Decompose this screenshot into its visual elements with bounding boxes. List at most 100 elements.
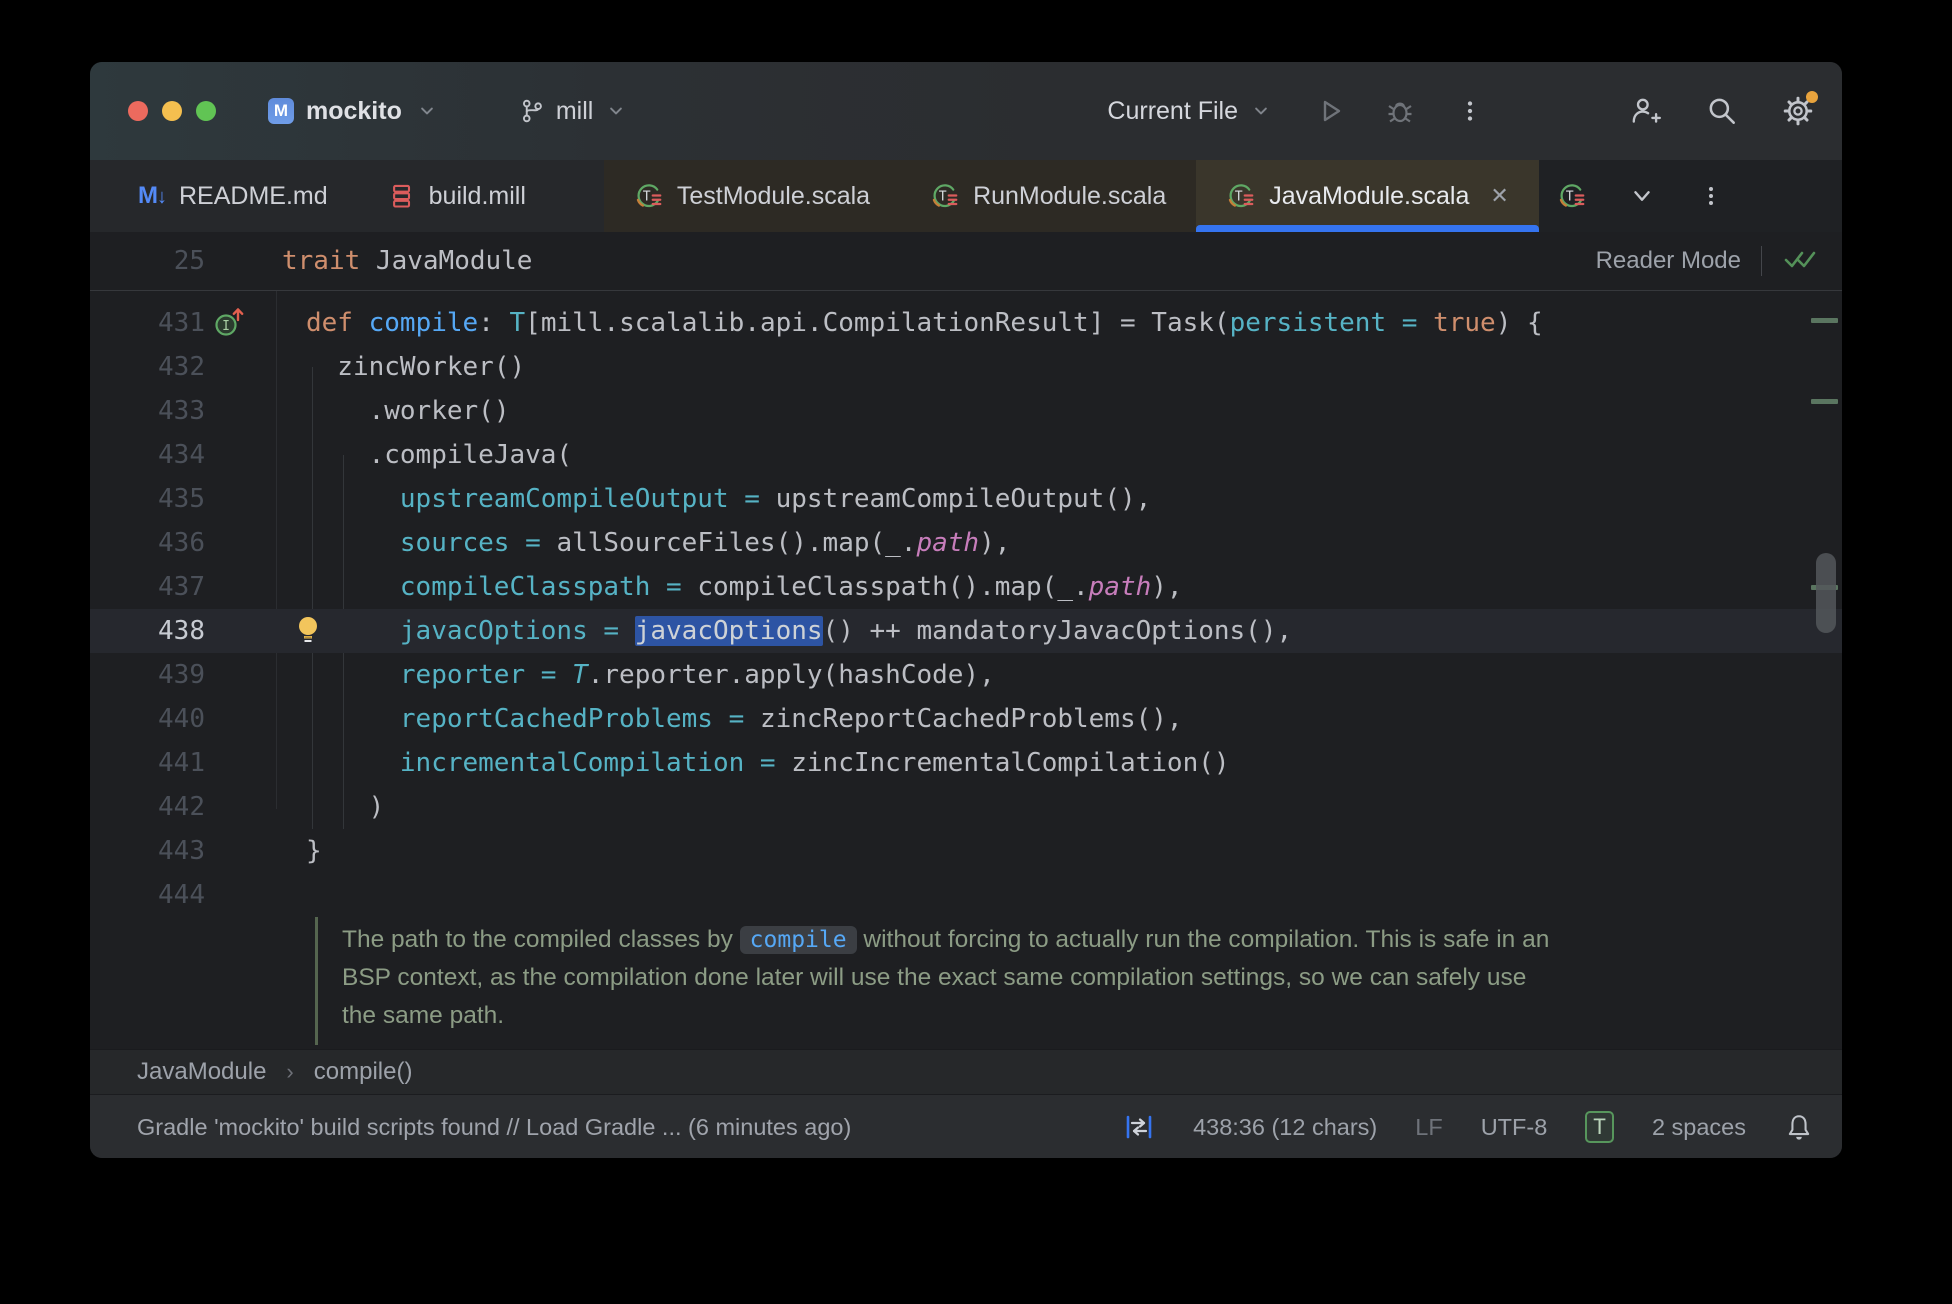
breadcrumb-item-member[interactable]: compile(): [314, 1058, 413, 1086]
gutter[interactable]: 435: [90, 477, 306, 521]
code-text[interactable]: sources = allSourceFiles().map(_.path),: [306, 528, 1011, 558]
line-number[interactable]: 437: [90, 572, 205, 602]
line-number[interactable]: 443: [90, 836, 205, 866]
line-ending[interactable]: LF: [1415, 1114, 1442, 1141]
gutter[interactable]: 443: [90, 829, 306, 873]
tab-javamodule-scala[interactable]: T JavaModule.scala ✕: [1196, 160, 1539, 232]
column-mode-icon[interactable]: [1123, 1111, 1155, 1143]
code-text[interactable]: }: [306, 836, 322, 866]
run-button[interactable]: [1312, 93, 1348, 129]
file-encoding[interactable]: UTF-8: [1481, 1114, 1548, 1141]
code-text[interactable]: reportCachedProblems = zincReportCachedP…: [306, 704, 1183, 734]
line-number[interactable]: 444: [90, 880, 205, 910]
gutter[interactable]: 439: [90, 653, 306, 697]
minimize-window-button[interactable]: [162, 101, 182, 121]
code-text[interactable]: .worker(): [306, 396, 510, 426]
reader-mode-label[interactable]: Reader Mode: [1596, 247, 1741, 275]
debug-button[interactable]: [1382, 93, 1418, 129]
doc-comment-bar: [315, 917, 318, 1045]
zoom-window-button[interactable]: [196, 101, 216, 121]
close-window-button[interactable]: [128, 101, 148, 121]
code-text[interactable]: compileClasspath = compileClasspath().ma…: [306, 572, 1183, 602]
code-line-441[interactable]: 441 incrementalCompilation = zincIncremen…: [90, 741, 1842, 785]
error-stripe-mark[interactable]: [1811, 399, 1838, 404]
gutter[interactable]: 436: [90, 521, 306, 565]
line-number[interactable]: 432: [90, 352, 205, 382]
tab-testmodule-scala[interactable]: T TestModule.scala: [603, 160, 901, 232]
line-number[interactable]: 433: [90, 396, 205, 426]
code-text[interactable]: .compileJava(: [306, 440, 573, 470]
code-line-437[interactable]: 437 compileClasspath = compileClasspath()…: [90, 565, 1842, 609]
intention-bulb-slot[interactable]: [294, 614, 322, 648]
file-type-badge[interactable]: T: [1585, 1111, 1614, 1143]
gutter[interactable]: 441: [90, 741, 306, 785]
code-line-440[interactable]: 440 reportCachedProblems = zincReportCach…: [90, 697, 1842, 741]
code-line-442[interactable]: 442): [90, 785, 1842, 829]
code-text[interactable]: zincWorker(): [306, 352, 525, 382]
add-user-button[interactable]: [1628, 93, 1664, 129]
notifications-bell-icon[interactable]: [1784, 1112, 1814, 1142]
tab-list-chevron-down-icon[interactable]: [1627, 181, 1657, 211]
code-line-435[interactable]: 435 upstreamCompileOutput = upstreamCompi…: [90, 477, 1842, 521]
code-text[interactable]: def compile: T[mill.scalalib.api.Compila…: [306, 308, 1543, 338]
implements-gutter-slot[interactable]: I: [212, 306, 246, 340]
run-configuration-selector[interactable]: Current File: [1107, 97, 1274, 126]
line-number[interactable]: 440: [90, 704, 205, 734]
line-number[interactable]: 439: [90, 660, 205, 690]
line-number[interactable]: 435: [90, 484, 205, 514]
tab-overflow[interactable]: T: [1543, 181, 1601, 211]
gutter[interactable]: 437: [90, 565, 306, 609]
code-line-438[interactable]: 438 javacOptions = javacOptions() ++ mand…: [90, 609, 1842, 653]
gutter[interactable]: 444: [90, 873, 306, 917]
scrollbar-thumb[interactable]: [1816, 553, 1836, 633]
code-editor[interactable]: 431 Idef compile: T[mill.scalalib.api.Com…: [90, 291, 1842, 1049]
code-text[interactable]: javacOptions = javacOptions() ++ mandato…: [306, 616, 1292, 646]
implements-gutter-icon[interactable]: I: [212, 306, 246, 340]
code-line-433[interactable]: 433 .worker(): [90, 389, 1842, 433]
code-text[interactable]: incrementalCompilation = zincIncremental…: [306, 748, 1230, 778]
tab-readme-md[interactable]: M↓ README.md: [108, 160, 358, 232]
tab-options-more-vertical-icon[interactable]: [1697, 182, 1725, 210]
sticky-code[interactable]: trait JavaModule: [282, 246, 532, 276]
vcs-widget[interactable]: mill: [518, 97, 630, 126]
line-number[interactable]: 442: [90, 792, 205, 822]
scala-trait-icon: T: [932, 184, 958, 208]
error-stripe-mark[interactable]: [1811, 318, 1838, 323]
code-line-432[interactable]: 432 zincWorker(): [90, 345, 1842, 389]
gutter[interactable]: 440: [90, 697, 306, 741]
code-line-439[interactable]: 439 reporter = T.reporter.apply(hashCode)…: [90, 653, 1842, 697]
line-number[interactable]: 441: [90, 748, 205, 778]
lightbulb-icon[interactable]: [294, 614, 322, 648]
gutter[interactable]: 433: [90, 389, 306, 433]
line-number[interactable]: 436: [90, 528, 205, 558]
tab-build-mill[interactable]: build.mill: [357, 160, 556, 232]
gutter[interactable]: 432: [90, 345, 306, 389]
reader-ok-checks-icon[interactable]: [1782, 247, 1822, 275]
indent-setting[interactable]: 2 spaces: [1652, 1114, 1746, 1141]
gutter[interactable]: 434: [90, 433, 306, 477]
code-text[interactable]: ): [306, 792, 385, 822]
gutter[interactable]: 438: [90, 609, 317, 653]
gutter[interactable]: 442: [90, 785, 306, 829]
line-number[interactable]: 438: [90, 616, 205, 646]
status-message[interactable]: Gradle 'mockito' build scripts found // …: [137, 1114, 851, 1141]
tab-close-icon[interactable]: ✕: [1490, 183, 1508, 209]
settings-gear-icon[interactable]: [1780, 91, 1818, 129]
more-vertical-icon[interactable]: [1452, 93, 1488, 129]
code-line-436[interactable]: 436 sources = allSourceFiles().map(_.path…: [90, 521, 1842, 565]
line-number[interactable]: 434: [90, 440, 205, 470]
line-number[interactable]: 431: [90, 308, 205, 338]
code-line-443[interactable]: 443}: [90, 829, 1842, 873]
code-line-431[interactable]: 431 Idef compile: T[mill.scalalib.api.Com…: [90, 301, 1842, 345]
project-widget[interactable]: M mockito: [268, 97, 440, 126]
caret-position[interactable]: 438:36 (12 chars): [1193, 1114, 1377, 1141]
code-line-434[interactable]: 434 .compileJava(: [90, 433, 1842, 477]
scala-trait-icon: T: [1559, 184, 1585, 208]
code-text[interactable]: reporter = T.reporter.apply(hashCode),: [306, 660, 995, 690]
gutter[interactable]: 431 I: [90, 301, 306, 345]
breadcrumb-item-class[interactable]: JavaModule: [137, 1058, 266, 1086]
code-text[interactable]: upstreamCompileOutput = upstreamCompileO…: [306, 484, 1151, 514]
tab-runmodule-scala[interactable]: T RunModule.scala: [900, 160, 1197, 232]
search-icon[interactable]: [1704, 93, 1740, 129]
code-line-444[interactable]: 444: [90, 873, 1842, 917]
